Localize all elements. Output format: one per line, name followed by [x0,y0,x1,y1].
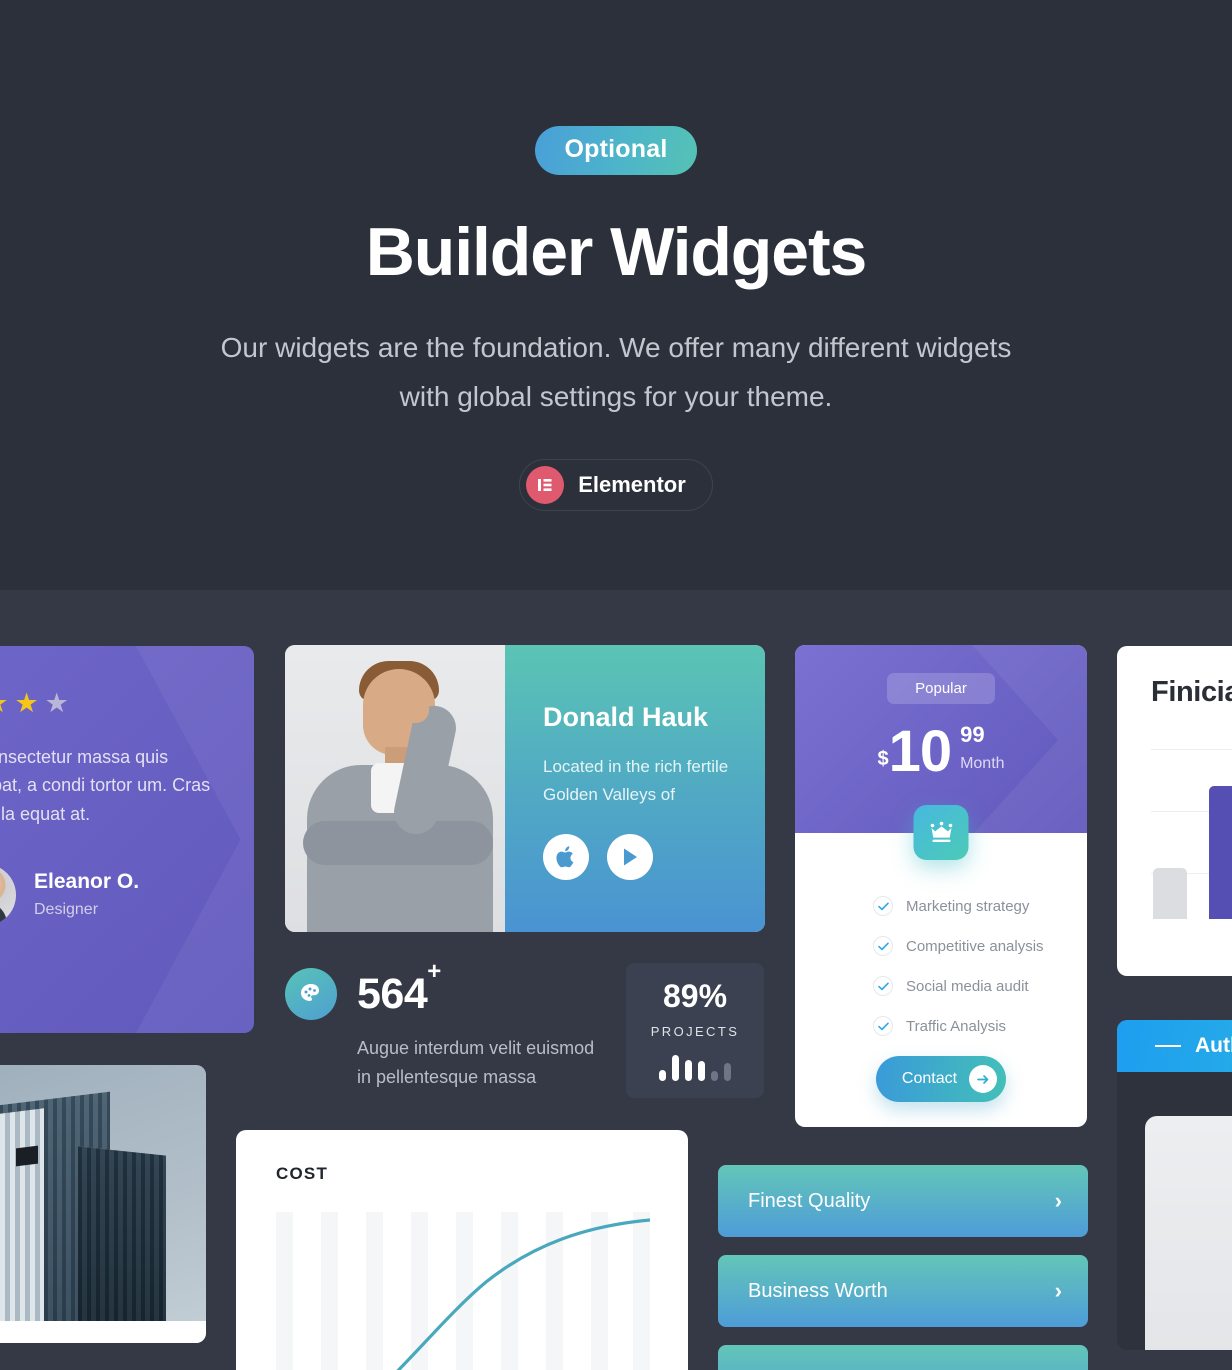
chart-card-title: Finicia [1151,676,1232,708]
counter-number: 564+ [357,957,441,1018]
author-photo [1145,1116,1232,1350]
accordion-item-business-worth[interactable]: Business Worth › [718,1255,1088,1327]
arrow-right-icon [969,1065,998,1093]
author-card: Autho [1117,1020,1232,1350]
stat-mini-bars [659,1055,731,1081]
feature-label: Marketing strategy [906,897,1030,915]
author-card-header: Autho [1117,1020,1232,1072]
contact-button[interactable]: Contact [875,1056,1007,1102]
chevron-right-icon: › [1054,1188,1062,1213]
stat-label: PROJECTS [650,1024,740,1039]
bar-a [1153,868,1187,919]
building-image-card [0,1065,206,1343]
testimonial-author-role: Designer [34,900,99,918]
rating-stars: ★ ★ ★ ★ [0,690,214,717]
check-icon [873,1016,893,1036]
avatar [0,864,16,927]
page-root: Optional Builder Widgets Our widgets are… [0,0,1232,1370]
stat-percent: 89% [662,978,728,1014]
testimonial-author-name: Eleanor O. [34,870,140,894]
accordion-item-third[interactable]: › [718,1345,1088,1370]
author-card-title: Autho [1195,1034,1232,1057]
counter-widget: 564+ Augue interdum velit euismod in pel… [285,957,605,1092]
testimonial-author: Eleanor O. Designer [0,864,214,927]
cost-chart-title: COST [276,1164,329,1183]
palette-icon [285,968,337,1020]
bar-chart [1151,749,1232,919]
apple-icon[interactable] [543,833,589,880]
check-icon [873,976,893,996]
star-icon-empty: ★ [44,688,69,718]
accordion-item-finest-quality[interactable]: Finest Quality › [718,1165,1088,1237]
feature-label: Competitive analysis [906,937,1044,955]
star-icon: ★ [0,690,8,717]
play-icon[interactable] [607,833,653,880]
cost-line-chart [276,1212,650,1370]
profile-description: Located in the rich fertile Golden Valle… [543,757,729,804]
testimonial-quote: an consectetur massa quis volutpat, a co… [0,747,211,824]
widgets-canvas: ★ ★ ★ ★ an consectetur massa quis volutp… [0,0,1232,1370]
accordion-label: Business Worth [748,1279,888,1302]
feature-label: Social media audit [906,977,1029,995]
testimonial-card: ★ ★ ★ ★ an consectetur massa quis volutp… [0,646,254,1033]
pricing-features: Marketing strategy Competitive analysis … [795,833,1087,1036]
price-row: $ 10 99 Month [795,719,1087,784]
accordion-label: Finest Quality [748,1189,871,1212]
feature-item: Marketing strategy [873,896,1087,916]
crown-icon [913,805,969,860]
price-amount: 10 [888,719,953,784]
counter-description: Augue interdum velit euismod in pellente… [357,1038,595,1088]
profile-name: Donald Hauk [543,702,709,732]
profile-info: Donald Hauk Located in the rich fertile … [505,645,765,932]
bar-b [1209,786,1232,919]
check-icon [873,896,893,916]
profile-photo [285,645,505,932]
feature-item: Social media audit [873,976,1087,996]
cost-chart-card: COST [236,1130,688,1370]
price-period: Month [960,755,1005,772]
stat-box-widget: 89% PROJECTS [626,963,764,1098]
price-cents: 99 [960,722,985,747]
pricing-card: Popular $ 10 99 Month Marketing strategy… [795,645,1087,1127]
feature-item: Competitive analysis [873,936,1087,956]
finicia-chart-card: Finicia [1117,646,1232,976]
star-icon: ★ [14,688,39,718]
check-icon [873,936,893,956]
chevron-right-icon: › [1054,1278,1062,1303]
currency-symbol: $ [877,748,889,771]
feature-label: Traffic Analysis [906,1017,1007,1035]
popular-badge: Popular [887,673,995,704]
social-links [543,833,765,880]
contact-button-label: Contact [901,1070,958,1087]
dash-icon [1155,1045,1181,1047]
profile-card: Donald Hauk Located in the rich fertile … [285,645,765,932]
feature-item: Traffic Analysis [873,1016,1087,1036]
